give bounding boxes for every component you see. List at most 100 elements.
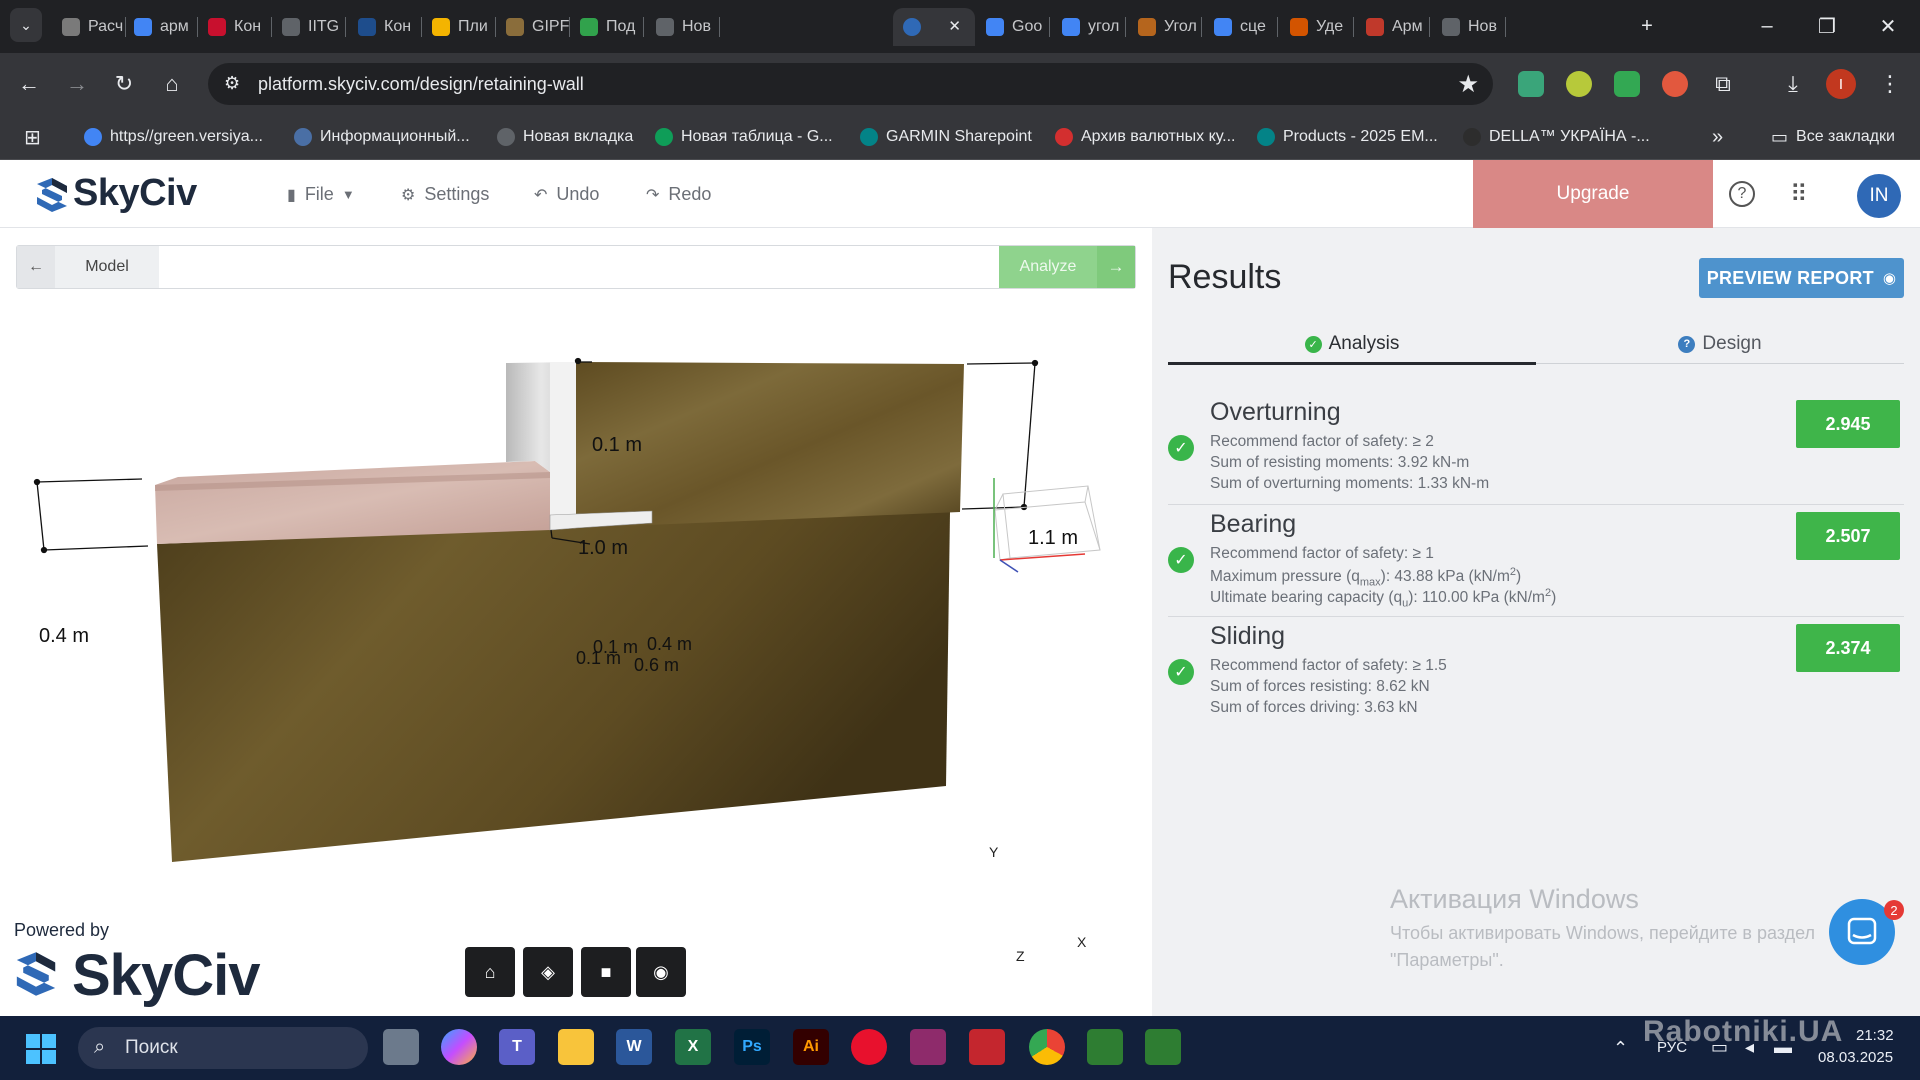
model-viewport[interactable]: ← Model Analyze → Y X Z 0.1 m 1.0 m 1.1 … xyxy=(0,228,1152,1016)
home-icon[interactable]: ⌂ xyxy=(155,67,189,101)
bookmark-item[interactable]: Новая вкладка xyxy=(497,125,633,149)
extension-icon[interactable] xyxy=(1518,71,1544,97)
forward-icon[interactable]: → xyxy=(60,67,94,101)
browser-tab[interactable]: Пли xyxy=(422,8,496,46)
illustrator-icon[interactable]: Ai xyxy=(793,1029,829,1065)
bookmark-item[interactable]: Products - 2025 EM... xyxy=(1257,125,1438,149)
settings-menu[interactable]: ⚙ Settings xyxy=(401,184,489,205)
eye-icon: ◉ xyxy=(1882,270,1897,287)
tab-close-icon[interactable]: ✕ xyxy=(948,17,961,35)
file-menu[interactable]: ▮ File ▼ xyxy=(287,184,355,205)
taskbar-search[interactable]: ⌕ Поиск xyxy=(78,1027,368,1069)
preview-report-button[interactable]: PREVIEW REPORT ◉ xyxy=(1699,258,1904,298)
minimize-button[interactable]: – xyxy=(1737,0,1797,53)
extensions-puzzle-icon[interactable]: ⧉ xyxy=(1706,67,1740,101)
browser-tab[interactable]: Нов xyxy=(1432,8,1506,46)
browser-tab[interactable]: Кон xyxy=(198,8,272,46)
camera-view-button[interactable]: ■ xyxy=(581,947,631,997)
clock-time[interactable]: 21:32 xyxy=(1856,1027,1894,1044)
word-icon[interactable]: W xyxy=(616,1029,652,1065)
bookmarks-overflow-button[interactable]: » xyxy=(1712,125,1723,149)
tab-analysis-label: Analysis xyxy=(1328,333,1400,354)
bookmark-item[interactable]: DELLA™ УКРАЇНА -... xyxy=(1463,125,1650,149)
photoshop-icon[interactable]: Ps xyxy=(734,1029,770,1065)
browser-tab[interactable]: Goo xyxy=(976,8,1050,46)
clock-date[interactable]: 08.03.2025 xyxy=(1818,1049,1893,1066)
tab-search-button[interactable]: ⌄ xyxy=(10,8,42,42)
browser-tab[interactable]: Арм xyxy=(1356,8,1430,46)
opera-icon[interactable] xyxy=(851,1029,887,1065)
tab-title: IITG xyxy=(308,18,340,35)
tab-favicon-icon xyxy=(580,18,598,36)
browser-tab[interactable]: Нов xyxy=(646,8,720,46)
tab-title: Угол xyxy=(1164,18,1197,35)
help-icon[interactable]: ? xyxy=(1729,181,1755,207)
app-icon[interactable] xyxy=(1087,1029,1123,1065)
tab-analysis[interactable]: ✓ Analysis xyxy=(1168,326,1536,362)
app-icon[interactable] xyxy=(969,1029,1005,1065)
close-window-button[interactable]: ✕ xyxy=(1858,0,1918,53)
teams-icon[interactable]: T xyxy=(499,1029,535,1065)
copilot-icon[interactable] xyxy=(441,1029,477,1065)
home-view-button[interactable]: ⌂ xyxy=(465,947,515,997)
extension-icon[interactable] xyxy=(1566,71,1592,97)
bookmark-item[interactable]: Архив валютных ку... xyxy=(1055,125,1236,149)
apps-grid-icon[interactable]: ⠿ xyxy=(1790,180,1808,209)
bookmark-item[interactable]: GARMIN Sharepoint xyxy=(860,125,1032,149)
restore-button[interactable]: ❐ xyxy=(1797,0,1857,53)
reload-icon[interactable]: ↻ xyxy=(107,67,141,101)
bookmark-item[interactable]: https//green.versiya... xyxy=(84,125,263,149)
tab-separator xyxy=(345,17,346,37)
powered-by-text: Powered by xyxy=(14,920,110,940)
all-bookmarks-folder[interactable]: ▭ Все закладки xyxy=(1771,125,1895,149)
skyciv-logo-icon[interactable] xyxy=(34,176,70,214)
more-menu-icon[interactable]: ⋮ xyxy=(1873,67,1907,101)
result-line: Sum of forces resisting: 8.62 kN xyxy=(1210,678,1430,695)
user-avatar[interactable]: IN xyxy=(1857,174,1901,218)
extension-icon[interactable] xyxy=(1614,71,1640,97)
axis-gizmo[interactable] xyxy=(993,478,1101,573)
browser-tab[interactable]: сце xyxy=(1204,8,1278,46)
tab-separator xyxy=(1353,17,1354,37)
browser-tab[interactable]: Расч xyxy=(52,8,126,46)
winrar-icon[interactable] xyxy=(910,1029,946,1065)
tray-overflow-icon[interactable]: ⌃ xyxy=(1613,1038,1628,1059)
address-bar[interactable]: ⚙ platform.skyciv.com/design/retaining-w… xyxy=(208,63,1493,105)
tab-title: угол xyxy=(1088,18,1120,35)
browser-tab[interactable]: Угол xyxy=(1128,8,1202,46)
file-explorer-icon[interactable] xyxy=(558,1029,594,1065)
windows-start-icon[interactable] xyxy=(26,1034,56,1064)
bookmark-star-icon[interactable]: ★ xyxy=(1457,70,1479,99)
bookmark-label: Архив валютных ку... xyxy=(1081,128,1236,145)
browser-tab-active[interactable]: ✕ xyxy=(893,8,975,46)
chrome-icon[interactable] xyxy=(1029,1029,1065,1065)
bookmark-item[interactable]: Новая таблица - G... xyxy=(655,125,833,149)
bookmark-label: Информационный... xyxy=(320,128,470,145)
extension-icon[interactable] xyxy=(1662,71,1688,97)
apps-grid-icon[interactable]: ⊞ xyxy=(24,125,41,150)
visibility-button[interactable]: ◉ xyxy=(636,947,686,997)
bookmark-item[interactable]: Информационный... xyxy=(294,125,470,149)
browser-tab[interactable]: Уде xyxy=(1280,8,1354,46)
new-tab-button[interactable]: + xyxy=(1617,0,1677,53)
redo-button[interactable]: ↷ Redo xyxy=(646,184,711,205)
profile-avatar-icon[interactable]: I xyxy=(1826,69,1856,99)
back-icon[interactable]: ← xyxy=(12,67,46,101)
undo-button[interactable]: ↶ Undo xyxy=(534,184,599,205)
upgrade-button[interactable]: Upgrade xyxy=(1473,160,1713,228)
retaining-wall-3d-model[interactable]: Y X Z xyxy=(0,228,1152,1016)
browser-tab[interactable]: Под xyxy=(570,8,644,46)
browser-tab[interactable]: арм xyxy=(124,8,198,46)
browser-tab[interactable]: IITG xyxy=(272,8,346,46)
app-icon[interactable] xyxy=(1145,1029,1181,1065)
browser-tab[interactable]: GIPF xyxy=(496,8,570,46)
brand-name[interactable]: SkyCiv xyxy=(73,172,197,215)
download-icon[interactable]: ⤓ xyxy=(1776,67,1810,101)
task-view-icon[interactable] xyxy=(383,1029,419,1065)
browser-tab[interactable]: угол xyxy=(1052,8,1126,46)
cube-view-button[interactable]: ◈ xyxy=(523,947,573,997)
tab-design[interactable]: ? Design xyxy=(1536,326,1904,362)
excel-icon[interactable]: X xyxy=(675,1029,711,1065)
browser-tab[interactable]: Кон xyxy=(348,8,422,46)
site-info-icon[interactable]: ⚙ xyxy=(224,73,240,94)
